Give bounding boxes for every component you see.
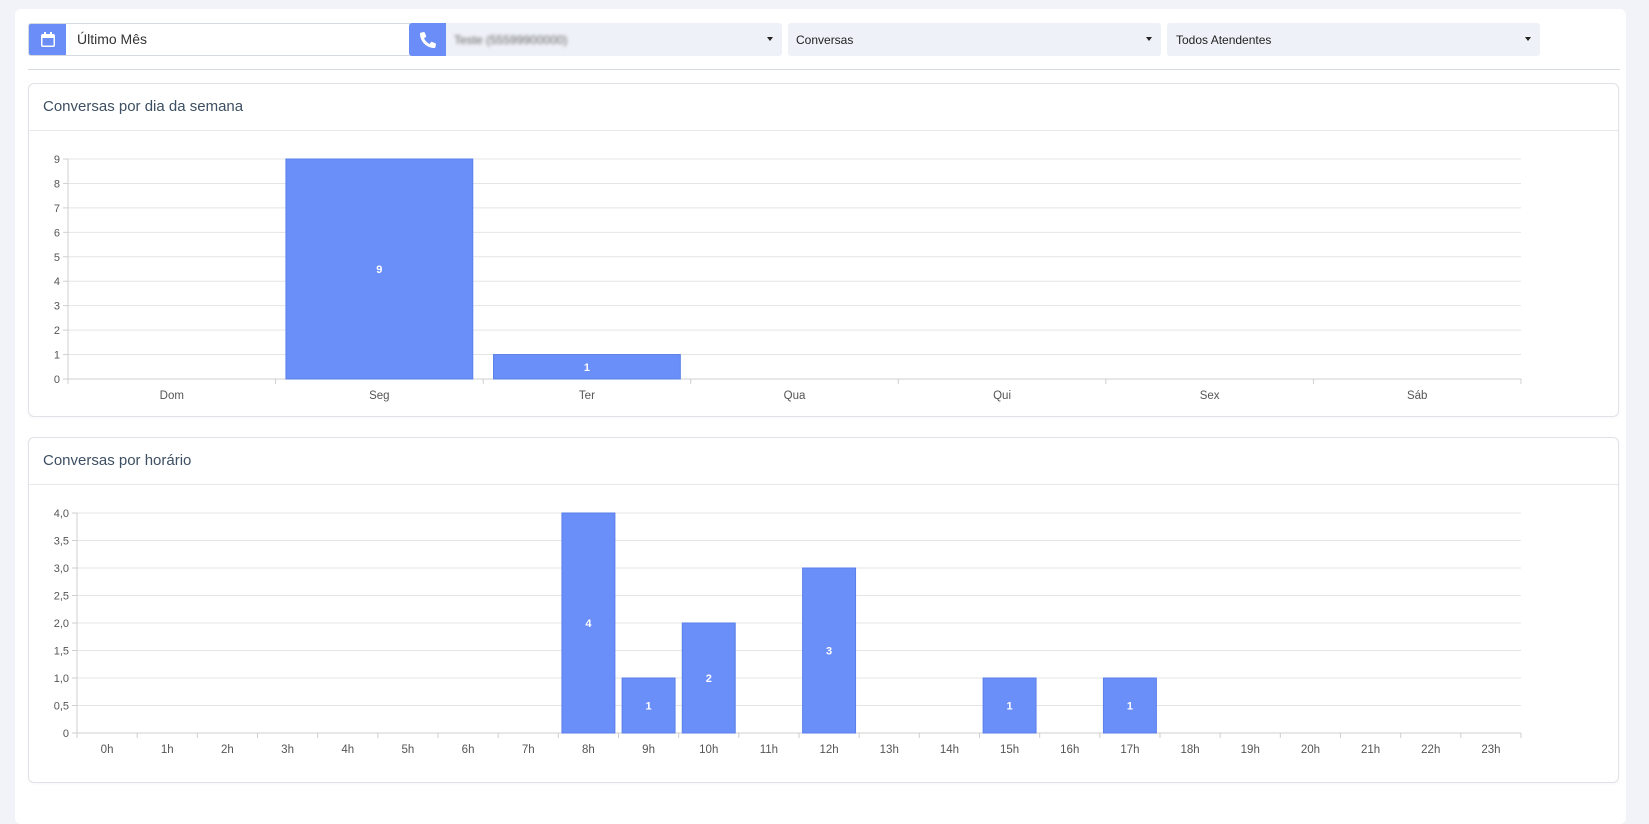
x-tick-label: 23h (1481, 744, 1500, 756)
type-select-value: Conversas (796, 33, 854, 47)
x-tick-label: 1h (161, 744, 174, 756)
hourly-bar-chart: 0 0,5 1,0 1,5 2,0 2,5 3,0 3,5 4,0 0h 1h 2h 3h 4h 5h 6h 7… (54, 508, 1522, 756)
bar-value-label: 3 (826, 646, 832, 658)
y-tick-label: 2,0 (54, 618, 69, 630)
hourly-chart-card: Conversas por horário 0 0,5 1,0 1,5 2,0 2,5 3,… (28, 437, 1619, 783)
y-tick-label: 2 (54, 325, 60, 337)
y-tick-label: 1,5 (54, 646, 69, 658)
x-tick-label: Qui (993, 390, 1011, 402)
chevron-down-icon (1525, 37, 1531, 41)
bar-value-label: 1 (1007, 701, 1013, 713)
x-tick-label: 17h (1120, 744, 1139, 756)
agent-select[interactable]: Todos Atendentes (1167, 23, 1540, 56)
x-tick-label: 7h (522, 744, 535, 756)
phone-icon (409, 23, 446, 56)
phone-select-value: Teste (55599900000) (454, 33, 568, 47)
x-tick-label: 20h (1301, 744, 1320, 756)
x-tick-label: 5h (402, 744, 415, 756)
x-tick-label: 18h (1180, 744, 1199, 756)
x-tick-label: 2h (221, 744, 234, 756)
hourly-chart-title: Conversas por horário (43, 452, 192, 469)
filter-bar: Último Mês Teste (55599900000) Conversas… (28, 23, 1620, 56)
y-tick-label: 0,5 (54, 701, 69, 713)
y-tick-label: 2,5 (54, 591, 69, 603)
weekday-chart-card: Conversas por dia da semana 0 1 2 3 4 5 6 7 8 9 Do… (28, 83, 1619, 417)
y-tick-label: 1,0 (54, 673, 69, 685)
x-tick-label: Dom (160, 390, 184, 402)
x-tick-label: 12h (819, 744, 838, 756)
date-range-value: Último Mês (77, 31, 148, 47)
y-tick-label: 4 (54, 276, 60, 288)
y-tick-label: 9 (54, 154, 60, 166)
x-tick-label: 6h (462, 744, 475, 756)
x-tick-label: 3h (281, 744, 294, 756)
x-tick-label: 16h (1060, 744, 1079, 756)
weekday-chart-title: Conversas por dia da semana (43, 98, 244, 115)
phone-select[interactable]: Teste (55599900000) (409, 23, 782, 56)
x-tick-label: Ter (579, 390, 595, 402)
x-tick-label: 14h (940, 744, 959, 756)
y-tick-label: 3,5 (54, 536, 69, 548)
x-tick-label: 21h (1361, 744, 1380, 756)
weekday-bar-chart: 0 1 2 3 4 5 6 7 8 9 Dom 9 Seg 1 Ter Qua Qui Sex Sáb (54, 154, 1522, 402)
card-header: Conversas por horário (29, 438, 1618, 485)
calendar-icon (29, 24, 66, 55)
date-range-filter[interactable]: Último Mês (28, 23, 421, 56)
y-tick-label: 0 (63, 728, 69, 740)
chevron-down-icon (767, 37, 773, 41)
y-tick-label: 8 (54, 178, 60, 190)
y-tick-label: 0 (54, 374, 60, 386)
x-tick-label: 10h (699, 744, 718, 756)
y-tick-label: 5 (54, 252, 60, 264)
y-tick-label: 4,0 (54, 508, 69, 520)
x-tick-label: 4h (341, 744, 354, 756)
bar-value-label: 4 (585, 618, 592, 630)
bar-value-label: 1 (584, 362, 590, 374)
bar-value-label: 2 (706, 673, 712, 685)
x-tick-label: Seg (369, 390, 389, 402)
agent-select-value: Todos Atendentes (1176, 33, 1272, 47)
x-tick-label: 9h (642, 744, 655, 756)
card-header: Conversas por dia da semana (29, 84, 1618, 131)
x-tick-label: Sex (1200, 390, 1220, 402)
y-tick-label: 3,0 (54, 563, 69, 575)
x-tick-label: 15h (1000, 744, 1019, 756)
y-tick-label: 1 (54, 350, 60, 362)
bar-value-label: 1 (646, 701, 652, 713)
x-tick-label: 8h (582, 744, 595, 756)
type-select[interactable]: Conversas (788, 23, 1161, 56)
x-tick-label: Sáb (1407, 390, 1427, 402)
chevron-down-icon (1146, 37, 1152, 41)
divider (28, 69, 1620, 70)
bar-value-label: 9 (376, 264, 382, 276)
x-tick-label: 0h (101, 744, 114, 756)
x-tick-label: 13h (880, 744, 899, 756)
x-tick-label: 11h (760, 744, 778, 756)
x-tick-label: 19h (1241, 744, 1260, 756)
bar-value-label: 1 (1127, 701, 1133, 713)
y-tick-label: 7 (54, 203, 60, 215)
dashboard-page: Último Mês Teste (55599900000) Conversas… (15, 9, 1626, 824)
y-tick-label: 3 (54, 301, 60, 313)
x-tick-label: Qua (784, 390, 806, 402)
x-tick-label: 22h (1421, 744, 1440, 756)
y-tick-label: 6 (54, 227, 60, 239)
